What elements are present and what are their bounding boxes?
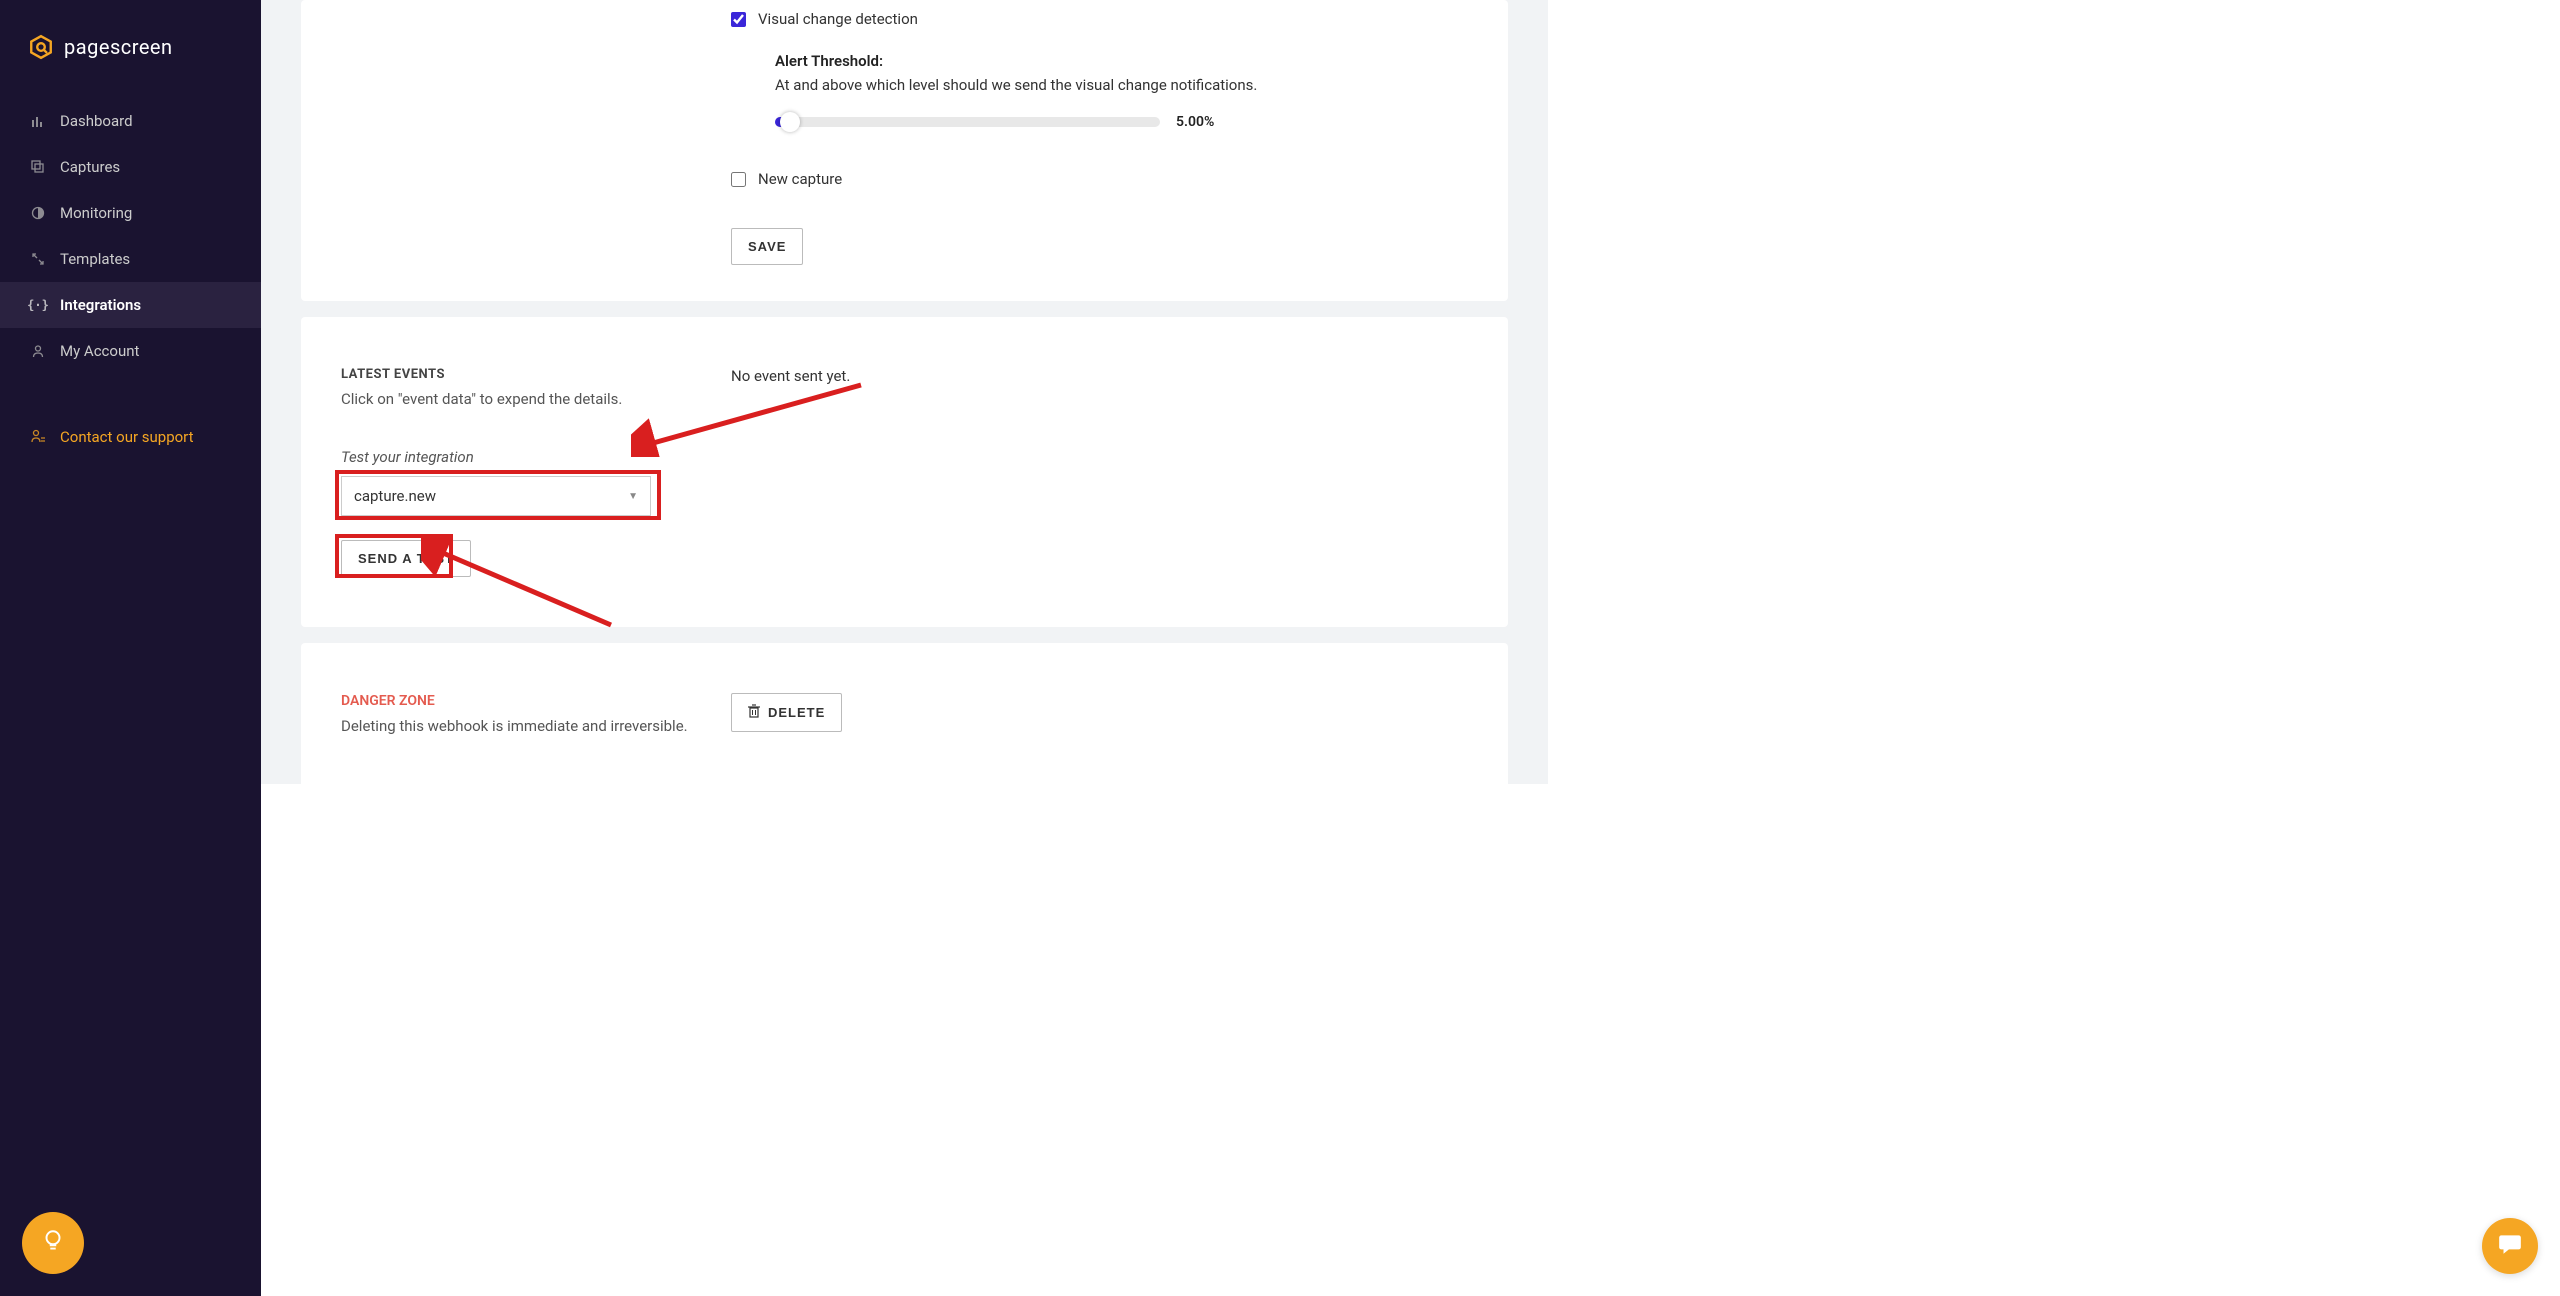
sidebar-item-label: My Account: [60, 342, 139, 360]
delete-button[interactable]: DELETE: [731, 693, 842, 732]
visual-change-checkbox[interactable]: [731, 12, 746, 27]
test-integration-label: Test your integration: [341, 448, 731, 466]
logo[interactable]: pagescreen: [0, 0, 261, 88]
braces-icon: {·}: [30, 297, 46, 313]
events-subtitle: Click on "event data" to expend the deta…: [341, 390, 731, 408]
event-type-value: capture.new: [354, 487, 436, 505]
danger-card: DANGER ZONE Deleting this webhook is imm…: [301, 643, 1508, 784]
lightbulb-icon: [40, 1228, 66, 1258]
nav: Dashboard Captures Monitoring Templates …: [0, 98, 261, 460]
sidebar-item-myaccount[interactable]: My Account: [0, 328, 261, 374]
visual-change-checkbox-row: Visual change detection: [731, 10, 1468, 28]
support-icon: [30, 429, 46, 445]
sidebar-item-dashboard[interactable]: Dashboard: [0, 98, 261, 144]
expand-icon: [30, 251, 46, 267]
threshold-block: Alert Threshold: At and above which leve…: [775, 52, 1468, 130]
threshold-desc: At and above which level should we send …: [775, 76, 1468, 94]
stack-icon: [30, 159, 46, 175]
events-card: LATEST EVENTS Click on "event data" to e…: [301, 317, 1508, 627]
settings-card: Visual change detection Alert Threshold:…: [301, 0, 1508, 301]
events-title: LATEST EVENTS: [341, 367, 731, 382]
visual-change-label: Visual change detection: [758, 10, 918, 28]
sidebar-item-templates[interactable]: Templates: [0, 236, 261, 282]
sidebar-item-label: Contact our support: [60, 428, 194, 446]
save-button[interactable]: SAVE: [731, 228, 803, 265]
chevron-down-icon: ▼: [628, 491, 638, 502]
sidebar-item-label: Integrations: [60, 296, 141, 314]
user-icon: [30, 343, 46, 359]
threshold-title: Alert Threshold:: [775, 52, 1468, 70]
sidebar-item-support[interactable]: Contact our support: [0, 414, 261, 460]
logo-text: pagescreen: [64, 35, 173, 59]
new-capture-label: New capture: [758, 170, 842, 188]
main-content: Visual change detection Alert Threshold:…: [261, 0, 1548, 784]
new-capture-checkbox[interactable]: [731, 172, 746, 187]
help-fab[interactable]: [22, 1212, 84, 1274]
bars-icon: [30, 113, 46, 129]
sidebar: pagescreen Dashboard Captures Monitoring…: [0, 0, 261, 1296]
danger-title: DANGER ZONE: [341, 693, 731, 709]
threshold-value: 5.00%: [1176, 114, 1214, 130]
sidebar-item-label: Dashboard: [60, 112, 133, 130]
danger-desc: Deleting this webhook is immediate and i…: [341, 717, 731, 735]
trash-icon: [748, 704, 760, 721]
globe-icon: [30, 205, 46, 221]
chat-fab[interactable]: [2482, 1218, 2538, 1274]
sidebar-item-monitoring[interactable]: Monitoring: [0, 190, 261, 236]
events-empty: No event sent yet.: [731, 367, 1468, 385]
new-capture-checkbox-row: New capture: [731, 170, 1468, 188]
sidebar-item-captures[interactable]: Captures: [0, 144, 261, 190]
threshold-slider[interactable]: [775, 117, 1160, 127]
sidebar-item-label: Templates: [60, 250, 130, 268]
send-test-button[interactable]: SEND A TEST: [341, 540, 471, 577]
sidebar-item-label: Monitoring: [60, 204, 132, 222]
logo-icon: [28, 34, 54, 60]
sidebar-item-label: Captures: [60, 158, 120, 176]
event-type-select[interactable]: capture.new ▼: [341, 476, 651, 516]
chat-icon: [2497, 1231, 2523, 1261]
sidebar-item-integrations[interactable]: {·} Integrations: [0, 282, 261, 328]
